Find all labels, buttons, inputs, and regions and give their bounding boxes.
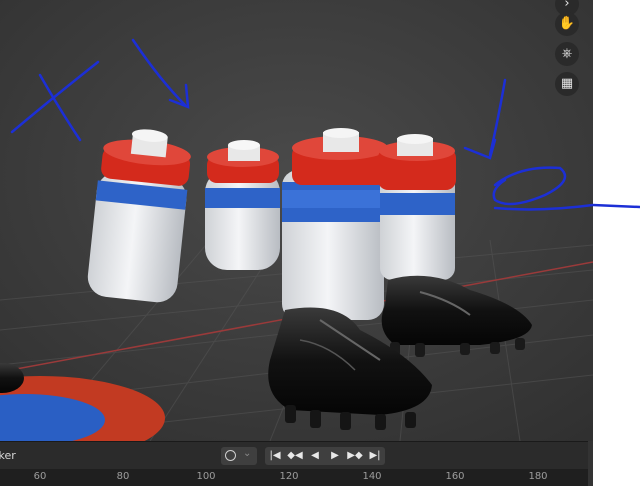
ortho-grid-icon[interactable]: ▦ <box>555 72 579 96</box>
prev-keyframe-icon[interactable]: ◆◀ <box>285 447 305 465</box>
marker-menu[interactable]: rker <box>0 449 16 462</box>
jump-start-icon[interactable]: |◀ <box>265 447 285 465</box>
ruler-tick: 140 <box>362 471 382 482</box>
external-area <box>592 0 640 441</box>
annotation-extension <box>592 203 640 209</box>
timeline-header: rker ⌄ |◀ ◆◀ ◀ ▶ ▶◆ ▶| <box>0 441 593 470</box>
ruler-tick: 180 <box>528 471 548 482</box>
play-reverse-icon[interactable]: ◀ <box>305 447 325 465</box>
record-icon[interactable] <box>225 450 236 461</box>
ruler-tick: 160 <box>445 471 465 482</box>
3d-viewport[interactable]: › ✋ ⎈ ▦ <box>0 0 593 441</box>
jump-end-icon[interactable]: ▶| <box>365 447 385 465</box>
ruler-tick: 80 <box>116 471 130 482</box>
frame-ruler[interactable]: 60 80 100 120 140 160 180 <box>0 469 593 486</box>
chevron-down-icon[interactable]: ⌄ <box>243 448 251 459</box>
sock-2 <box>205 140 280 270</box>
ruler-tick: 100 <box>196 471 216 482</box>
hand-pan-icon[interactable]: ✋ <box>555 12 579 36</box>
auto-keying-toggle[interactable]: ⌄ <box>221 447 257 465</box>
sock-4 <box>378 134 456 280</box>
next-keyframe-icon[interactable]: ▶◆ <box>345 447 365 465</box>
playback-controls: |◀ ◆◀ ◀ ▶ ▶◆ ▶| <box>265 447 385 465</box>
sock-3 <box>282 128 388 320</box>
play-icon[interactable]: ▶ <box>325 447 345 465</box>
camera-view-icon[interactable]: ⎈ <box>555 42 579 66</box>
scrollbar-edge[interactable] <box>588 441 593 486</box>
viewport-scene <box>0 0 593 441</box>
ruler-tick: 60 <box>33 471 47 482</box>
ruler-tick: 120 <box>279 471 299 482</box>
